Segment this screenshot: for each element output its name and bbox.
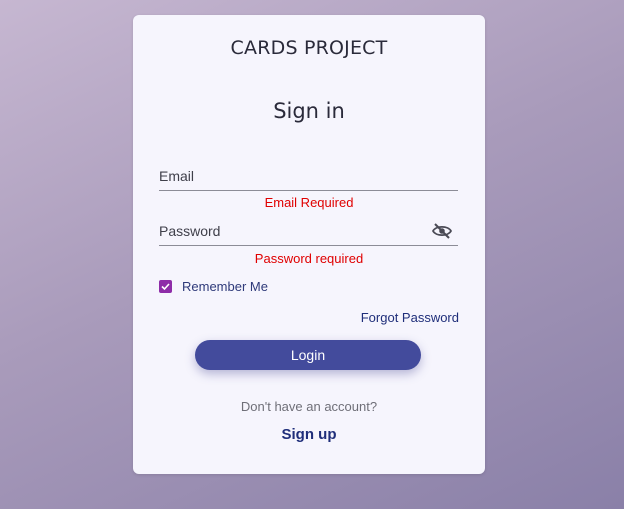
remember-me[interactable]: Remember Me — [159, 278, 268, 294]
email-field[interactable]: Email — [159, 160, 462, 192]
email-input[interactable] — [159, 160, 462, 192]
remember-me-label: Remember Me — [182, 278, 268, 294]
eye-off-icon[interactable] — [431, 223, 453, 239]
remember-me-checkbox[interactable] — [159, 279, 172, 293]
password-error: Password required — [254, 251, 364, 266]
forgot-password-link[interactable]: Forgot Password — [361, 310, 459, 325]
sign-in-card: CARDS PROJECT Sign in Email Email Requir… — [133, 15, 485, 474]
login-button[interactable]: Login — [195, 340, 421, 370]
no-account-text: Don't have an account? — [240, 399, 378, 414]
password-field[interactable]: Password — [159, 215, 462, 247]
sign-up-link[interactable]: Sign up — [133, 426, 485, 443]
email-error: Email Required — [264, 195, 354, 210]
password-input[interactable] — [159, 215, 462, 247]
page-title: Sign in — [273, 99, 345, 123]
brand-title: CARDS PROJECT — [230, 37, 388, 59]
